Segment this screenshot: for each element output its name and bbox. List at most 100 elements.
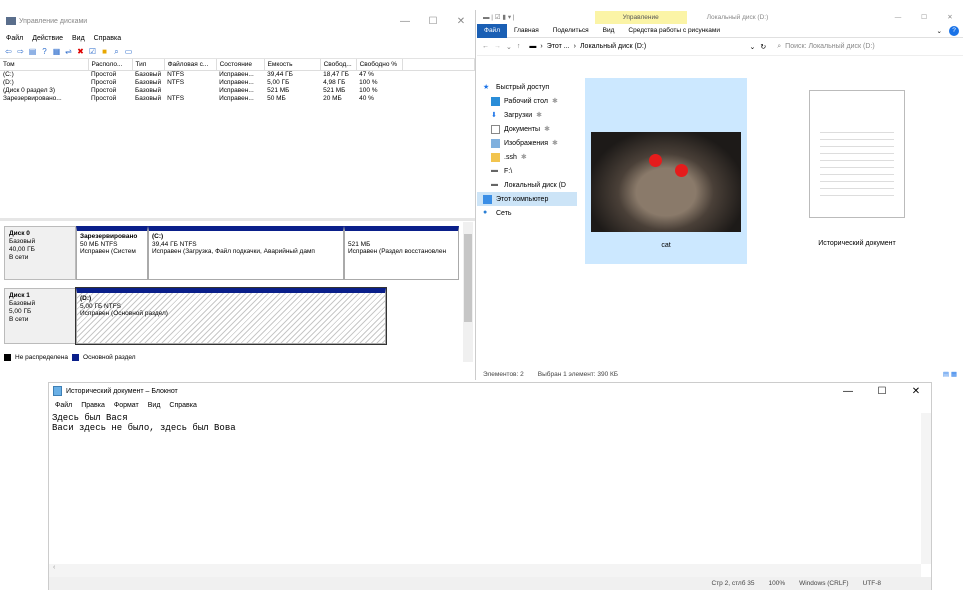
close-button[interactable]: ✕ [937, 13, 963, 21]
window-icon[interactable]: ▭ [124, 47, 133, 56]
file-item-cat[interactable]: cat [585, 78, 747, 264]
refresh-icon[interactable]: ↻ [760, 43, 766, 51]
check-icon[interactable]: ☑ [88, 47, 97, 56]
cell: Базовый [135, 78, 162, 86]
cell: Базовый [135, 70, 162, 78]
folder-icon[interactable]: ■ [100, 47, 109, 56]
nav-ssh[interactable]: .ssh ✱ [477, 150, 577, 164]
list-view-icon[interactable]: ▤ [28, 47, 37, 56]
nav-pictures[interactable]: Изображения ✱ [477, 136, 577, 150]
menu-format[interactable]: Формат [114, 402, 139, 409]
scrollbar-thumb[interactable] [464, 234, 472, 322]
maximize-button[interactable]: ☐ [867, 386, 897, 397]
menu-view[interactable]: Вид [72, 35, 85, 42]
nav-local-disk-d[interactable]: ▬ Локальный диск (D [477, 178, 577, 192]
address-bar[interactable]: ▬ › Этот ... › Локальный диск (D:) ⌄ [525, 40, 755, 54]
computer-icon [483, 194, 492, 204]
minimize-button[interactable]: — [885, 14, 911, 21]
menu-view[interactable]: Вид [148, 402, 161, 409]
item-count: Элементов: 2 [483, 370, 524, 378]
address-bar-row: ← → ⌄ ↑ ▬ › Этот ... › Локальный диск (D:)… [477, 38, 963, 56]
partition-reserved[interactable]: Зарезервировано 50 МБ NTFS Исправен (Сис… [76, 226, 148, 280]
menu-file[interactable]: Файл [6, 35, 23, 42]
tab-file[interactable]: Файл [477, 23, 507, 38]
nav-quick-access[interactable]: ★ Быстрый доступ [477, 80, 577, 94]
search-icon[interactable]: ⌕ [112, 47, 121, 56]
cell: 521 МБ [267, 86, 290, 94]
col-status[interactable]: Состояние [216, 59, 265, 71]
connect-icon[interactable]: ⇌ [64, 47, 73, 56]
disk-pane-scrollbar[interactable] [463, 222, 473, 362]
col-free[interactable]: Свобод... [320, 59, 357, 71]
tab-view[interactable]: Вид [596, 27, 622, 34]
recent-icon[interactable]: ⌄ [506, 43, 512, 51]
partition-d[interactable]: (D:) 5,00 ГБ NTFS Исправен (Основной раз… [75, 287, 387, 345]
disk-1-label[interactable]: Диск 1 Базовый 5,00 ГБ В сети [4, 288, 76, 344]
nav-f-drive[interactable]: ▬ F:\ [477, 164, 577, 178]
table-row[interactable]: (D:) Простой Базовый NTFS Исправен... 5,00 ГБ… [0, 78, 475, 86]
text-line: Здесь был Вася [52, 413, 128, 423]
disk-state: В сети [9, 254, 29, 261]
nav-this-pc[interactable]: Этот компьютер [477, 192, 577, 206]
disk-0-label[interactable]: Диск 0 Базовый 40,00 ГБ В сети [4, 226, 76, 280]
horizontal-scrollbar[interactable]: ‹ [49, 564, 921, 577]
minimize-button[interactable]: — [391, 16, 419, 27]
back-icon[interactable]: ← [482, 43, 489, 50]
address-dropdown-icon[interactable]: ⌄ [750, 43, 756, 51]
file-item-document[interactable]: Исторический документ [777, 78, 937, 264]
menu-edit[interactable]: Правка [81, 402, 105, 409]
menu-help[interactable]: Справка [169, 402, 196, 409]
close-button[interactable]: ✕ [447, 16, 475, 27]
search-box[interactable]: ⌕ Поиск: Локальный диск (D:) [771, 40, 958, 54]
tab-picture-tools[interactable]: Средства работы с рисунками [621, 27, 727, 34]
nav-documents[interactable]: Документы ✱ [477, 122, 577, 136]
expand-ribbon-icon[interactable]: ⌄ [930, 27, 949, 35]
pin-icon: ✱ [544, 126, 550, 133]
menu-file[interactable]: Файл [55, 402, 72, 409]
maximize-button[interactable]: ☐ [911, 13, 937, 21]
help-icon[interactable]: ? [40, 47, 49, 56]
grid-icon[interactable]: ▦ [52, 47, 61, 56]
quick-access-icons: ▬ | ☑ ▮ ▾ | [483, 14, 515, 21]
col-filesystem[interactable]: Файловая с... [164, 59, 217, 71]
maximize-button[interactable]: ☐ [419, 16, 447, 27]
context-tab[interactable]: Управление [594, 10, 687, 24]
col-volume[interactable]: Том [0, 59, 89, 71]
partition-c[interactable]: (C:) 39,44 ГБ NTFS Исправен (Загрузка, Ф… [148, 226, 344, 280]
table-row[interactable]: (C:) Простой Базовый NTFS Исправен... 39,44 Г… [0, 70, 475, 78]
tab-share[interactable]: Поделиться [546, 27, 596, 34]
breadcrumb-this-pc[interactable]: Этот ... [547, 43, 570, 50]
table-row[interactable]: (Диск 0 раздел 3) Простой Базовый Исправен.… [0, 86, 475, 94]
table-row[interactable]: Зарезервировано... Простой Базовый NTFS Испр… [0, 94, 475, 102]
nav-network[interactable]: ● Сеть [477, 206, 577, 220]
forward-icon[interactable]: → [494, 43, 501, 50]
disk-pane-divider[interactable] [0, 218, 475, 221]
menu-bar: Файл Действие Вид Справка [0, 32, 475, 45]
col-capacity[interactable]: Емкость [264, 59, 321, 71]
minimize-button[interactable]: — [833, 386, 863, 397]
cell: Базовый [135, 86, 162, 94]
view-toggle-icon[interactable]: ▤ ▦ [943, 370, 957, 378]
vertical-scrollbar[interactable] [921, 413, 931, 564]
up-icon[interactable]: ↑ [517, 43, 521, 50]
cell: Исправен... [219, 86, 254, 94]
help-icon[interactable]: ? [949, 25, 959, 36]
partition-recovery[interactable]: 521 МБ Исправен (Раздел восстановлен [344, 226, 459, 280]
close-button[interactable]: ✕ [901, 386, 931, 397]
network-drive-icon: ▬ [491, 166, 498, 174]
partition-name: (D:) [80, 295, 92, 302]
nav-desktop[interactable]: Рабочий стол ✱ [477, 94, 577, 108]
forward-icon[interactable]: ⇨ [16, 47, 25, 56]
delete-icon[interactable]: ✖ [76, 47, 85, 56]
col-layout[interactable]: Располо... [88, 59, 133, 71]
red-eye-dot [649, 154, 662, 167]
col-type[interactable]: Тип [132, 59, 165, 71]
col-free-percent[interactable]: Свободно % [356, 59, 403, 71]
text-area[interactable]: Здесь был Вася Васи здесь не было, здесь… [49, 413, 921, 564]
back-icon[interactable]: ⇦ [4, 47, 13, 56]
nav-downloads[interactable]: ⬇ Загрузки ✱ [477, 108, 577, 122]
tab-home[interactable]: Главная [507, 27, 546, 34]
menu-action[interactable]: Действие [32, 35, 63, 42]
menu-help[interactable]: Справка [94, 35, 121, 42]
breadcrumb-drive-d[interactable]: Локальный диск (D:) [580, 43, 646, 50]
